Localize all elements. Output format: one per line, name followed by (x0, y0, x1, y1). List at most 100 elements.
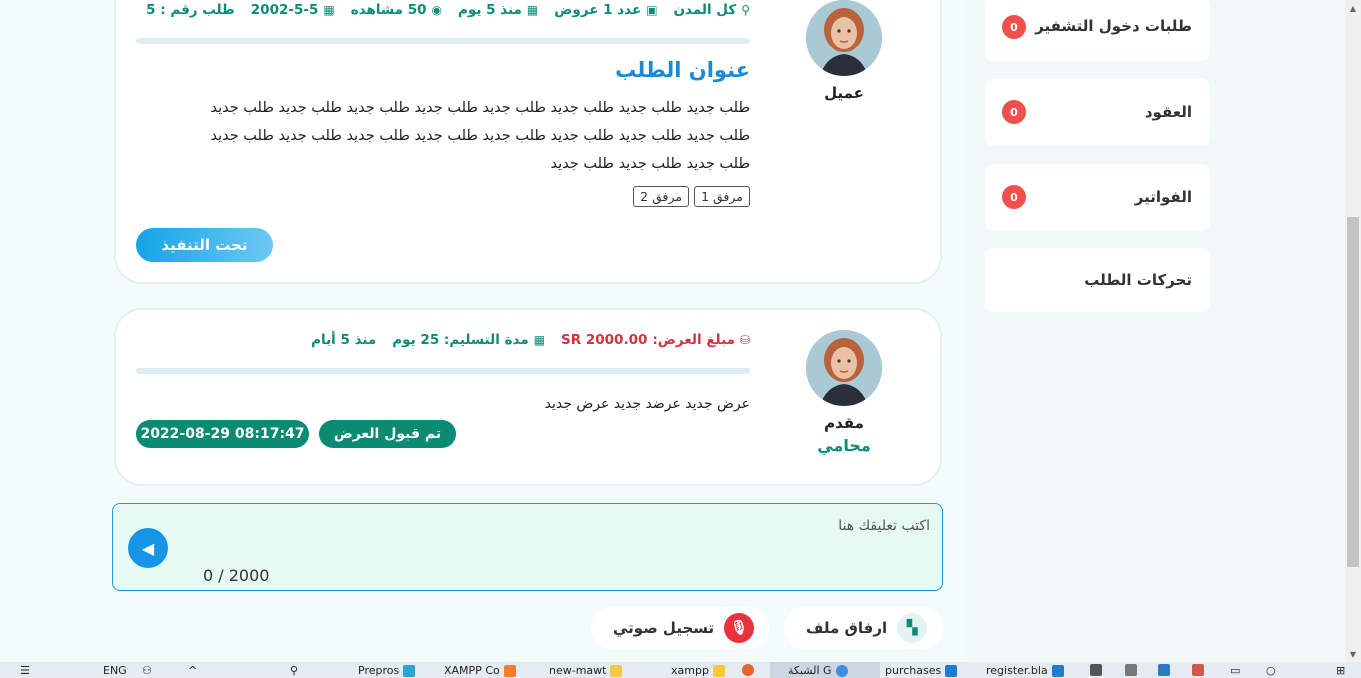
sidebar-item-request-movements[interactable]: تحركات الطلب (985, 248, 1210, 312)
folder-icon (610, 664, 623, 677)
scroll-up-arrow-icon[interactable]: ▲ (1345, 0, 1361, 16)
mail-icon[interactable] (1158, 664, 1170, 676)
comment-placeholder: اكتب تعليقك هنا (838, 518, 930, 534)
provider-role-label: مقدم (824, 414, 864, 432)
request-body: طلب جديد طلب جديد طلب جديد طلب جديد طلب … (110, 94, 750, 178)
notifications-icon[interactable]: ☰ (20, 664, 30, 677)
attach-file-button[interactable]: ▚ ارفاق ملف (784, 607, 943, 649)
folder-icon (712, 664, 725, 677)
network-icon[interactable]: ⚇ (142, 664, 152, 677)
vscode-icon (1051, 664, 1064, 677)
sidebar-item-label: الفواتير (1134, 188, 1192, 206)
task-view-icon[interactable]: ▭ (1230, 664, 1240, 677)
comment-char-counter: 0 / 2000 (203, 566, 270, 585)
taskbar-language[interactable]: ENG (103, 664, 127, 677)
calendar-icon: ▦ (323, 3, 335, 17)
request-date: ▦ 2002-5-5 (251, 2, 335, 18)
paint-palette-icon (1192, 664, 1204, 676)
sidebar-item-contracts[interactable]: العقود 0 (985, 79, 1210, 146)
request-body-line: طلب جديد طلب جديد طلب جديد طلب جديد طلب … (210, 128, 750, 144)
request-card: عميل طلب رقم : 5 ▦ 2002-5-5 ◉ 50 مشاهده ▦ م… (114, 0, 942, 284)
sidebar-item-encryption-requests[interactable]: طلبات دخول التشفير 0 (985, 0, 1210, 61)
taskbar-app-prepros[interactable]: Prepros (358, 664, 416, 677)
request-date-text: 2002-5-5 (250, 2, 319, 18)
calendar-grid-icon: ▦ (526, 3, 539, 17)
calculator-icon[interactable] (1125, 664, 1137, 676)
request-views: ◉ 50 مشاهده (351, 2, 442, 18)
calendar-icon: ▦ (533, 333, 546, 347)
money-icon: ▣ (646, 3, 658, 17)
taskbar-app-new-mawt[interactable]: new-mawt (549, 664, 623, 677)
scrollbar-thumb[interactable] (1347, 217, 1359, 567)
offer-text: عرض جديد عرضد جديد عرض جديد (544, 396, 750, 412)
send-button[interactable]: ◀ (128, 528, 168, 568)
voice-record-label: تسجيل صوتي (613, 619, 715, 637)
firefox-logo-icon (742, 664, 754, 676)
request-age-text: منذ 5 يوم (457, 2, 522, 18)
request-number: طلب رقم : 5 (146, 2, 235, 18)
comment-input[interactable]: اكتب تعليقك هنا 0 / 2000 ◀ (112, 503, 943, 591)
scroll-down-arrow-icon[interactable]: ▼ (1345, 646, 1361, 662)
taskbar-app-chrome[interactable]: الشبكة G (788, 664, 848, 677)
sidebar-item-label: تحركات الطلب (1084, 271, 1192, 289)
taskbar-app-label: الشبكة G (788, 664, 832, 677)
client-avatar (806, 0, 882, 76)
request-age: ▦ منذ 5 يوم (458, 2, 538, 18)
paint-icon[interactable] (1192, 664, 1204, 676)
status-in-progress-button[interactable]: تحت التنفيذ (136, 228, 273, 262)
search-icon[interactable]: ○ (1266, 664, 1276, 677)
sidebar-item-label: طلبات دخول التشفير (1035, 17, 1192, 35)
taskbar-app-xampp[interactable]: XAMPP Co (444, 664, 516, 677)
request-number-text: طلب رقم : 5 (146, 2, 235, 18)
voice-record-button[interactable]: 🎙 تسجيل صوتي (591, 607, 769, 649)
count-badge: 0 (1002, 100, 1026, 124)
send-icon: ◀ (141, 538, 155, 558)
chrome-icon (835, 664, 848, 677)
prepros-icon (403, 664, 416, 677)
coins-icon: ⛁ (739, 333, 750, 347)
attachment-2[interactable]: مرفق 2 (633, 186, 690, 207)
map-marker-icon: ⚲ (741, 3, 750, 17)
attachment-1[interactable]: مرفق 1 (694, 186, 750, 207)
offer-age-text: منذ 5 أيام (311, 332, 377, 348)
eye-icon: ◉ (431, 3, 442, 17)
request-city: ⚲ كل المدن (674, 2, 750, 18)
store-bag-icon (1090, 664, 1102, 676)
count-badge: 0 (1002, 15, 1026, 39)
provider-profession[interactable]: محامي (799, 436, 889, 455)
attach-file-label: ارفاق ملف (806, 619, 888, 637)
sidebar-item-label: العقود (1144, 103, 1192, 121)
offer-amount: ⛁ مبلغ العرض: SR 2000.00 (561, 332, 750, 348)
request-city-text: كل المدن (673, 2, 737, 18)
offer-amount-label: مبلغ العرض: (652, 332, 735, 348)
taskbar-app-purchases[interactable]: purchases (885, 664, 958, 677)
store-icon[interactable] (1090, 664, 1102, 676)
client-role-label: عميل (824, 84, 864, 102)
sidebar-item-invoices[interactable]: الفواتير 0 (985, 164, 1210, 231)
request-title[interactable]: عنوان الطلب (615, 58, 750, 82)
taskbar-app-label: xampp (671, 664, 709, 677)
offer-delivery: ▦ مدة التسليم: 25 يوم (392, 332, 545, 348)
attachments: مرفق 1 مرفق 2 (633, 186, 750, 207)
request-divider (136, 38, 750, 44)
taskbar-app-xampp-folder[interactable]: xampp (671, 664, 725, 677)
offer-divider (136, 368, 750, 374)
firefox-icon[interactable] (742, 664, 754, 676)
request-body-line: طلب جديد طلب جديد طلب جديد طلب جديد طلب … (210, 100, 750, 116)
count-badge: 0 (1002, 185, 1026, 209)
microphone-icon: 🎙 (724, 613, 755, 643)
taskbar-app-label: XAMPP Co (444, 664, 500, 677)
request-offers-text: عدد 1 عروض (554, 2, 642, 18)
people-icon[interactable]: ⚲ (290, 664, 298, 677)
calculator-grid-icon (1125, 664, 1137, 676)
taskbar-app-label: register.bla (986, 664, 1048, 677)
start-icon[interactable]: ⊞ (1336, 664, 1345, 677)
taskbar-app-register[interactable]: register.bla (986, 664, 1064, 677)
vscode-icon (945, 664, 958, 677)
taskbar-app-label: new-mawt (549, 664, 607, 677)
offer-card: مقدم محامي منذ 5 أيام ▦ مدة التسليم: 25 ي… (114, 308, 942, 486)
request-views-text: 50 مشاهده (350, 2, 427, 18)
taskbar-app-label: purchases (885, 664, 942, 677)
taskbar: ☰ ENG ⚇ ^ ⚲ Prepros XAMPP Co new-mawt xa… (0, 662, 1361, 678)
tray-chevron-icon[interactable]: ^ (188, 664, 197, 677)
